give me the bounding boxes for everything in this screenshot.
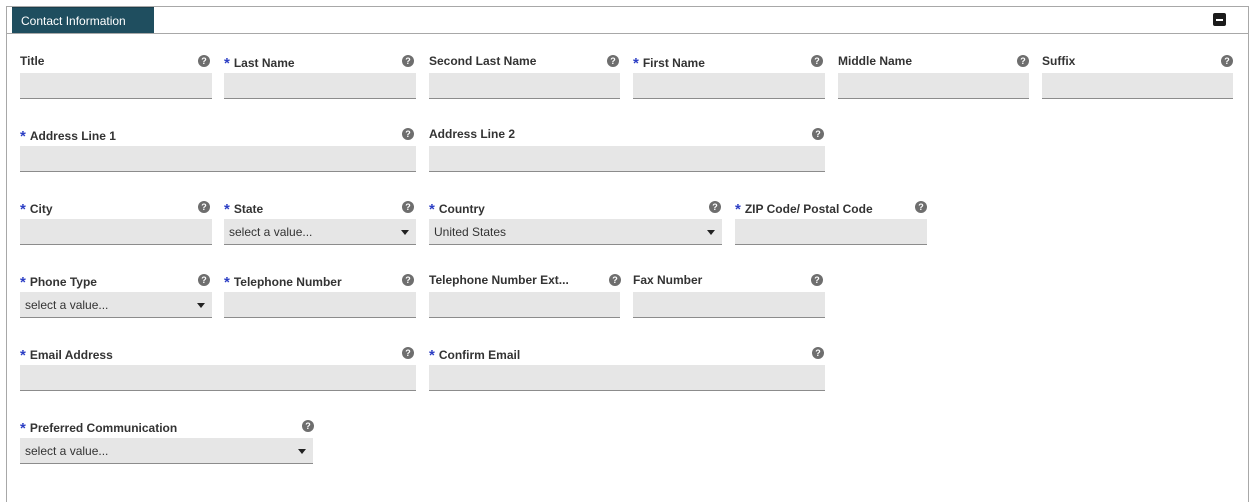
telephone-number-input[interactable] (224, 292, 416, 318)
email-address-input[interactable] (20, 365, 416, 391)
required-icon: * (20, 201, 26, 218)
address-line-1-input[interactable] (20, 146, 416, 172)
help-icon[interactable]: ? (402, 55, 414, 67)
collapse-icon[interactable] (1213, 13, 1226, 26)
required-icon: * (735, 201, 741, 218)
required-icon: * (633, 55, 639, 72)
first-name-label: * First Name (633, 55, 705, 72)
state-label: * State (224, 201, 264, 218)
address-line-2-input[interactable] (429, 146, 825, 172)
confirm-email-label: * Confirm Email (429, 347, 521, 364)
help-icon[interactable]: ? (812, 347, 824, 359)
address-line-2-label: Address Line 2 (429, 127, 516, 141)
required-icon: * (429, 347, 435, 364)
required-icon: * (224, 55, 230, 72)
last-name-input[interactable] (224, 73, 416, 99)
help-icon[interactable]: ? (811, 55, 823, 67)
suffix-input[interactable] (1042, 73, 1233, 99)
country-select-value: United States (434, 225, 507, 239)
title-input[interactable] (20, 73, 212, 99)
required-icon: * (224, 274, 230, 291)
help-icon[interactable]: ? (1017, 55, 1029, 67)
required-icon: * (20, 274, 26, 291)
middle-name-input[interactable] (838, 73, 1029, 99)
help-icon[interactable]: ? (198, 55, 210, 67)
phone-type-label: * Phone Type (20, 274, 97, 291)
help-icon[interactable]: ? (402, 347, 414, 359)
chevron-down-icon[interactable] (197, 303, 205, 308)
last-name-label: * Last Name (224, 55, 295, 72)
address-line-1-label: * Address Line 1 (20, 128, 116, 145)
help-icon[interactable]: ? (811, 274, 823, 286)
chevron-down-icon[interactable] (707, 230, 715, 235)
chevron-down-icon[interactable] (401, 230, 409, 235)
middle-name-label: Middle Name (838, 54, 913, 68)
confirm-email-input[interactable] (429, 365, 825, 391)
required-icon: * (224, 201, 230, 218)
suffix-label: Suffix (1042, 54, 1076, 68)
country-label: * Country (429, 201, 485, 218)
help-icon[interactable]: ? (609, 274, 621, 286)
help-icon[interactable]: ? (402, 274, 414, 286)
help-icon[interactable]: ? (198, 274, 210, 286)
telephone-number-label: * Telephone Number (224, 274, 342, 291)
city-label: * City (20, 201, 53, 218)
help-icon[interactable]: ? (302, 420, 314, 432)
phone-type-select[interactable]: select a value... (20, 292, 212, 318)
second-last-name-input[interactable] (429, 73, 620, 99)
telephone-ext-input[interactable] (429, 292, 620, 318)
second-last-name-label: Second Last Name (429, 54, 537, 68)
section-divider (7, 33, 1248, 34)
help-icon[interactable]: ? (1221, 55, 1233, 67)
preferred-communication-select[interactable]: select a value... (20, 438, 313, 464)
state-select[interactable]: select a value... (224, 219, 416, 245)
preferred-communication-select-value: select a value... (25, 444, 109, 458)
first-name-input[interactable] (633, 73, 825, 99)
help-icon[interactable]: ? (915, 201, 927, 213)
title-label: Title (20, 54, 45, 68)
help-icon[interactable]: ? (198, 201, 210, 213)
required-icon: * (429, 201, 435, 218)
help-icon[interactable]: ? (402, 128, 414, 140)
email-address-label: * Email Address (20, 347, 113, 364)
fax-number-label: Fax Number (633, 273, 703, 287)
fax-number-input[interactable] (633, 292, 825, 318)
country-select[interactable]: United States (429, 219, 722, 245)
state-select-value: select a value... (229, 225, 313, 239)
zip-code-label: * ZIP Code/ Postal Code (735, 201, 873, 218)
telephone-ext-label: Telephone Number Ext... (429, 273, 569, 287)
required-icon: * (20, 128, 26, 145)
help-icon[interactable]: ? (607, 55, 619, 67)
city-input[interactable] (20, 219, 212, 245)
section-tab-contact-information[interactable]: Contact Information (12, 7, 154, 34)
phone-type-select-value: select a value... (25, 298, 109, 312)
help-icon[interactable]: ? (709, 201, 721, 213)
preferred-communication-label: * Preferred Communication (20, 420, 178, 437)
zip-code-input[interactable] (735, 219, 927, 245)
help-icon[interactable]: ? (402, 201, 414, 213)
required-icon: * (20, 347, 26, 364)
help-icon[interactable]: ? (812, 128, 824, 140)
required-icon: * (20, 420, 26, 437)
chevron-down-icon[interactable] (298, 449, 306, 454)
